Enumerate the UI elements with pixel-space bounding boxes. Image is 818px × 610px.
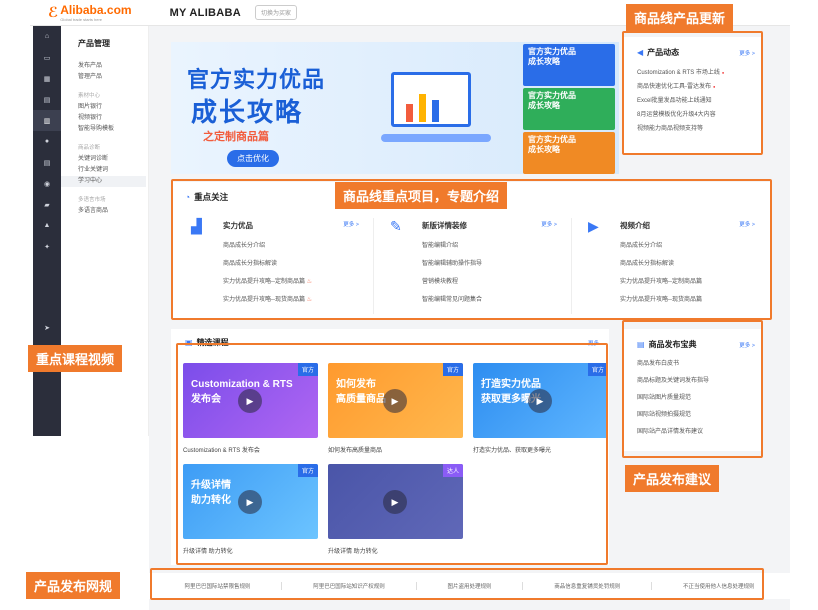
user-icon[interactable]: ● (33, 131, 61, 152)
banner-thumbnail[interactable]: 官方实力优品 成长攻略 (523, 44, 615, 86)
banner-illustration (361, 62, 511, 162)
side-menu-item[interactable]: 发布产品 (78, 61, 148, 72)
grid-icon[interactable]: ▦ (33, 68, 61, 89)
banner-optimize-button[interactable]: 点击优化 (227, 150, 279, 167)
banner-thumbnails: 官方实力优品 成长攻略 官方实力优品 成长攻略 官方实力优品 成长攻略 (523, 44, 615, 174)
switch-buyer-button[interactable]: 切换为买家 (255, 5, 298, 20)
side-menu-category: 商品诊断 (78, 145, 101, 151)
chat-icon[interactable]: ▤ (33, 89, 61, 110)
chart-icon[interactable]: ▥ (33, 110, 61, 131)
share-icon[interactable]: ✦ (33, 236, 61, 257)
banner-thumbnail[interactable]: 官方实力优品 成长攻略 (523, 132, 615, 174)
banner-subtitle: 之定制商品篇 (203, 131, 269, 143)
side-menu-title: 产品管理 (78, 39, 110, 48)
side-menu-item[interactable]: 行业关键词 (78, 165, 148, 176)
side-menu-item[interactable]: 学习中心 (61, 176, 146, 187)
callout-box-rules (150, 568, 764, 600)
callout-box-guide (622, 320, 763, 458)
side-menu-category: 多语言市场 (78, 197, 106, 203)
side-menu-item[interactable]: 关键词诊断 (78, 154, 148, 165)
home-icon[interactable]: ⌂ (33, 26, 61, 47)
card-icon[interactable]: ▭ (33, 47, 61, 68)
bank-icon[interactable]: ▲ (33, 215, 61, 236)
callout-label-focus: 商品线重点项目，专题介绍 (335, 182, 508, 209)
doc-icon[interactable]: ▤ (33, 152, 61, 173)
logo-text: Alibaba.com (60, 3, 132, 17)
callout-label-courses: 重点课程视频 (28, 345, 123, 372)
side-menu-item[interactable]: 管理产品 (78, 72, 148, 83)
globe-icon[interactable]: ◉ (33, 173, 61, 194)
promo-banner[interactable]: 官方实力优品 成长攻略 之定制商品篇 点击优化 官方实力优品 成长攻略 官方实力优… (171, 42, 619, 174)
page-title: MY ALIBABA (169, 6, 242, 19)
truck-icon[interactable]: ▰ (33, 194, 61, 215)
logo-slogan: Global trade starts here (60, 17, 103, 22)
side-menu-item[interactable]: 图片银行 (78, 102, 148, 113)
callout-box-courses (176, 343, 608, 565)
banner-title-1: 官方实力优品 (187, 67, 326, 92)
side-menu: 产品管理 发布产品 管理产品素材中心图片银行 视频银行 智能导购模板商品诊断关键词诊断… (61, 26, 149, 436)
callout-box-news (622, 31, 763, 155)
callout-label-rules: 产品发布网规 (26, 572, 121, 599)
side-menu-list: 发布产品 管理产品素材中心图片银行 视频银行 智能导购模板商品诊断关键词诊断 行业关键词… (61, 61, 148, 217)
banner-title-2: 成长攻略 (191, 97, 304, 127)
side-menu-category: 素材中心 (78, 93, 101, 99)
side-menu-item[interactable]: 视频银行 (78, 113, 148, 124)
callout-label-guide: 产品发布建议 (625, 465, 720, 492)
icon-sidebar: ⌂▭▦▤▥●▤◉▰▲✦➤♥ (33, 26, 61, 436)
side-menu-item[interactable]: 多语言商品 (78, 206, 148, 217)
side-menu-item[interactable]: 智能导购模板 (78, 124, 148, 135)
callout-label-news: 商品线产品更新 (626, 4, 734, 31)
send-icon[interactable]: ➤ (33, 317, 61, 338)
banner-thumbnail[interactable]: 官方实力优品 成长攻略 (523, 88, 615, 130)
alibaba-logo[interactable]: ℰ Alibaba.com Global trade starts here (48, 3, 132, 22)
